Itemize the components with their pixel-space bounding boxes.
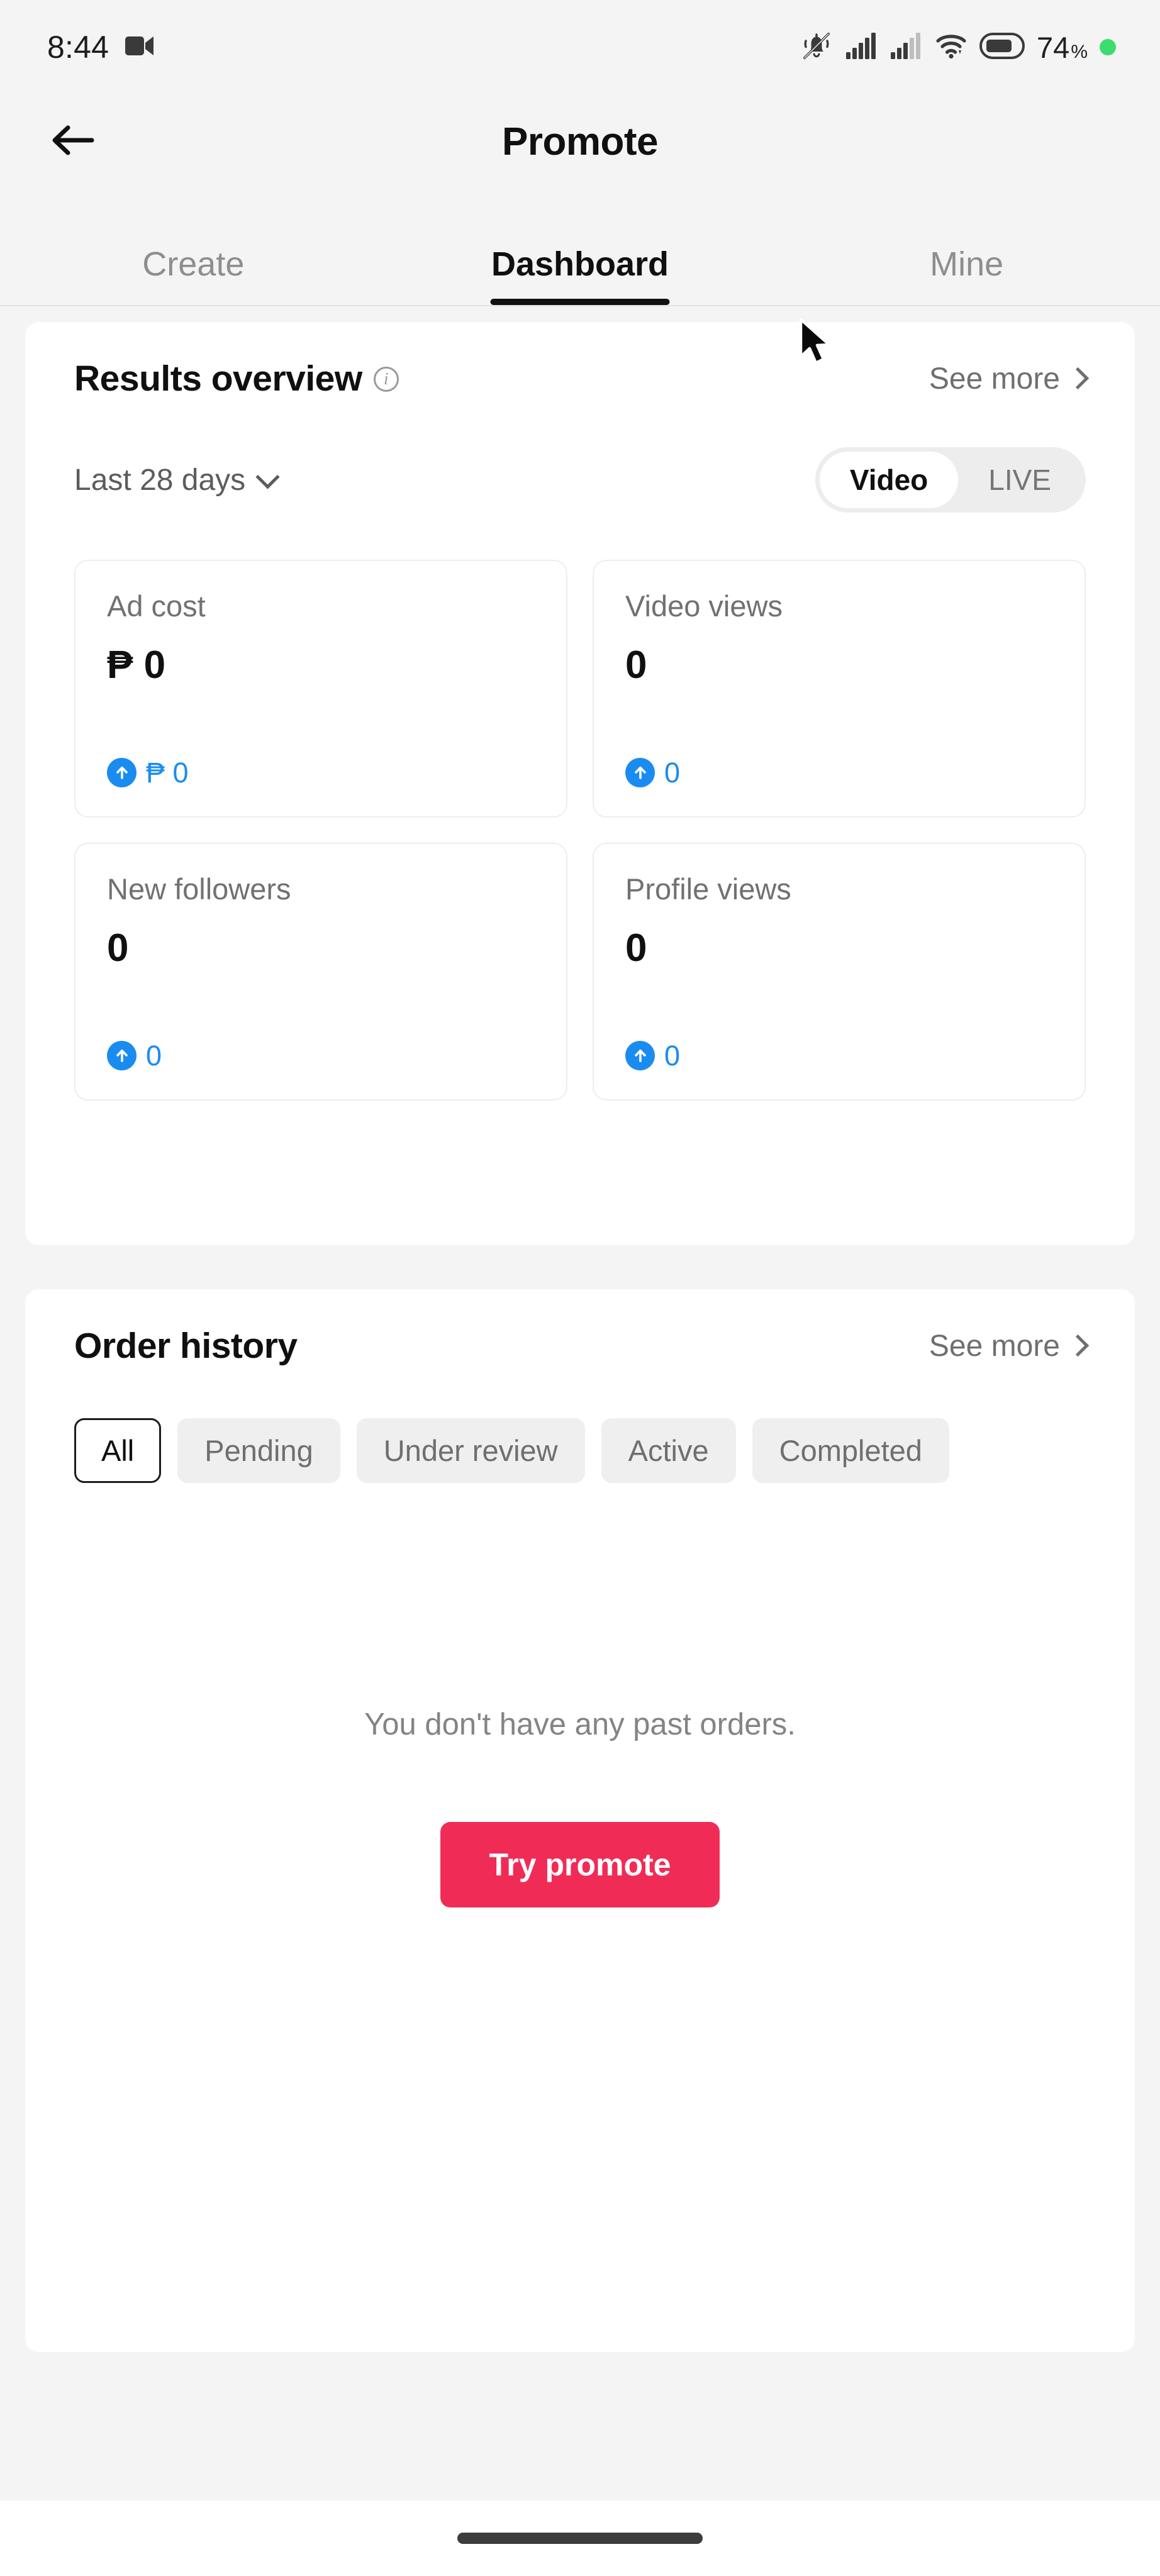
order-history-see-more-label: See more — [929, 1330, 1060, 1363]
battery-percent: 74% — [1037, 30, 1088, 64]
bell-muted-icon — [800, 29, 834, 66]
tab-bar: Create Dashboard Mine — [0, 189, 1160, 306]
system-navigation-bar — [0, 2501, 1160, 2576]
toggle-option-live[interactable]: LIVE — [958, 452, 1081, 508]
arrow-up-circle-icon — [107, 1041, 137, 1070]
toggle-option-video[interactable]: Video — [819, 452, 959, 508]
status-bar-left: 8:44 — [47, 31, 154, 63]
arrow-up-circle-icon — [625, 758, 655, 787]
status-bar-right: 74% — [800, 29, 1116, 66]
arrow-left-icon — [50, 123, 94, 161]
metric-delta-value: 0 — [664, 757, 681, 789]
chevron-right-icon — [1066, 367, 1090, 389]
date-range-label: Last 28 days — [74, 463, 246, 497]
filter-chip-all[interactable]: All — [74, 1418, 162, 1483]
results-card-spacer — [74, 1101, 1086, 1208]
metric-card-video-views[interactable]: Video views 0 0 — [593, 560, 1086, 818]
metric-card-new-followers[interactable]: New followers 0 0 — [74, 843, 567, 1101]
metric-label: Ad cost — [107, 589, 206, 623]
results-see-more-label: See more — [929, 362, 1060, 396]
metric-delta-value: 0 — [664, 1040, 681, 1072]
metric-delta: 0 — [625, 1041, 1053, 1070]
try-promote-button[interactable]: Try promote — [440, 1822, 720, 1907]
metric-value: ₱ 0 — [107, 643, 166, 687]
order-history-card: Order history See more All Pending Under… — [25, 1289, 1135, 2352]
metric-value: 0 — [625, 643, 647, 687]
order-history-see-more-link[interactable]: See more — [929, 1329, 1090, 1363]
app-header: Promote — [0, 94, 1160, 189]
metric-value: 0 — [625, 926, 647, 970]
results-overview-card: Results overview i See more Last 28 days… — [25, 322, 1135, 1245]
results-overview-title: Results overview — [74, 358, 362, 399]
results-see-more-link[interactable]: See more — [929, 362, 1090, 396]
content-type-toggle: Video LIVE — [815, 447, 1086, 513]
tab-create[interactable]: Create — [0, 245, 387, 305]
filter-chip-under-review[interactable]: Under review — [356, 1418, 585, 1483]
metrics-grid: Ad cost ₱ 0 ₱ 0 Video views 0 0 New foll… — [74, 560, 1086, 1101]
results-overview-title-wrap: Results overview i — [74, 361, 399, 397]
recording-indicator-dot — [1100, 39, 1116, 55]
arrow-up-circle-icon — [107, 758, 137, 787]
empty-state-message: You don't have any past orders. — [364, 1707, 796, 1741]
metric-delta-value: ₱ 0 — [146, 757, 189, 789]
metric-delta: 0 — [625, 758, 1053, 787]
order-history-empty-state: You don't have any past orders. Try prom… — [25, 1483, 1135, 1907]
order-history-header: Order history See more — [25, 1328, 1135, 1364]
filter-chip-active[interactable]: Active — [601, 1418, 736, 1483]
info-circle-icon[interactable]: i — [373, 366, 399, 392]
tab-dashboard[interactable]: Dashboard — [387, 245, 774, 305]
metric-label: New followers — [107, 872, 291, 906]
results-overview-header: Results overview i See more — [74, 361, 1090, 397]
home-indicator[interactable] — [457, 2533, 703, 2544]
battery-icon — [979, 32, 1025, 62]
filter-chip-completed[interactable]: Completed — [752, 1418, 949, 1483]
date-range-dropdown[interactable]: Last 28 days — [74, 463, 280, 497]
signal-bars-2-icon — [890, 32, 923, 63]
status-bar: 8:44 74 % — [0, 0, 1160, 94]
chevron-right-icon — [1066, 1334, 1090, 1357]
order-history-title: Order history — [74, 1326, 298, 1366]
metric-card-profile-views[interactable]: Profile views 0 0 — [593, 843, 1086, 1101]
order-filter-chips: All Pending Under review Active Complete… — [25, 1418, 1135, 1483]
wifi-icon — [935, 33, 968, 62]
filter-chip-pending[interactable]: Pending — [177, 1418, 340, 1483]
status-time: 8:44 — [47, 30, 109, 65]
scroll-content: Results overview i See more Last 28 days… — [0, 306, 1160, 2501]
metric-card-ad-cost[interactable]: Ad cost ₱ 0 ₱ 0 — [74, 560, 567, 818]
arrow-up-circle-icon — [625, 1041, 655, 1070]
metric-value: 0 — [107, 926, 129, 970]
metric-label: Profile views — [625, 872, 791, 906]
metric-label: Video views — [625, 589, 783, 623]
results-filters-row: Last 28 days Video LIVE — [74, 447, 1086, 513]
video-camera-icon — [125, 35, 154, 60]
metric-delta: ₱ 0 — [107, 758, 535, 787]
metric-delta: 0 — [107, 1041, 535, 1070]
signal-bars-1-icon — [845, 32, 878, 63]
chevron-down-icon — [255, 464, 280, 489]
page-title: Promote — [502, 119, 658, 164]
phone-screen: 8:44 74 % Promote Create Dashboard Mine … — [0, 0, 1160, 2576]
tab-mine[interactable]: Mine — [773, 245, 1160, 305]
back-button[interactable] — [38, 107, 107, 176]
metric-delta-value: 0 — [146, 1040, 162, 1072]
